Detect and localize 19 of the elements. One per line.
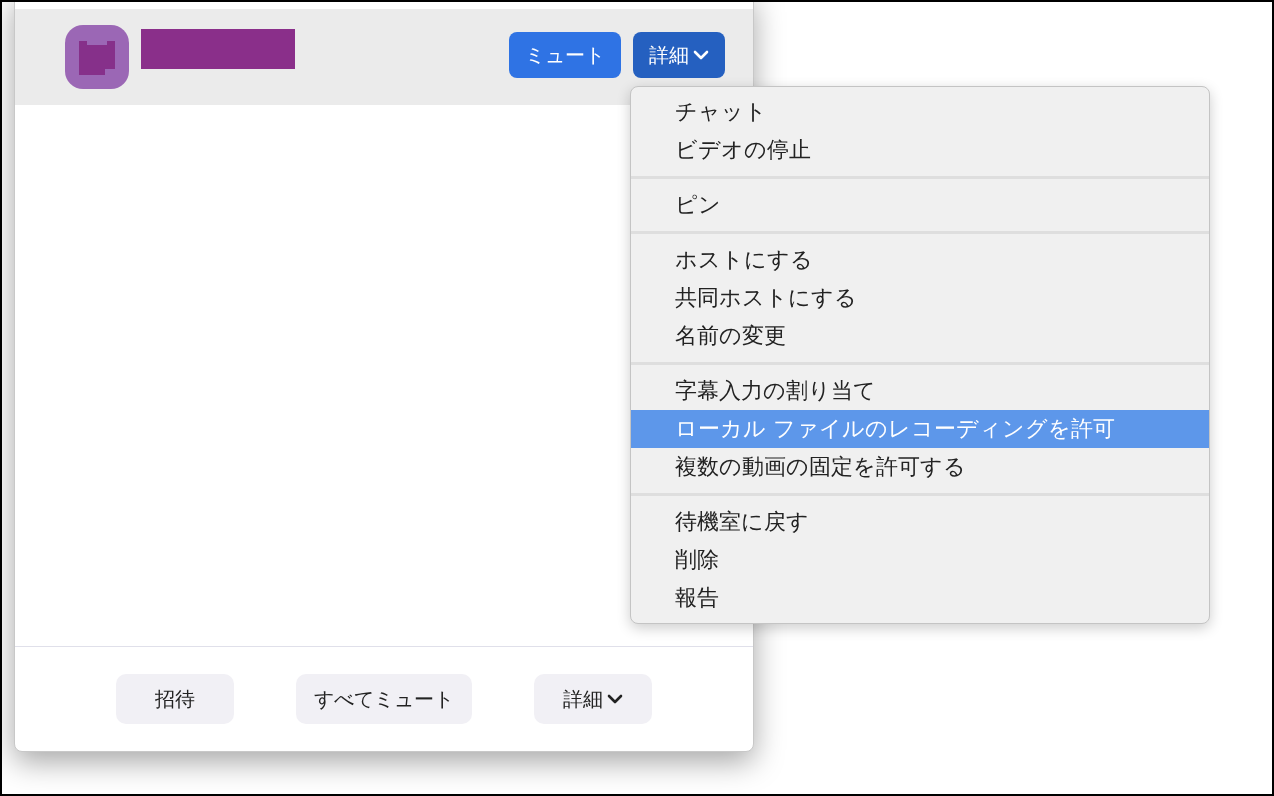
menu-item[interactable]: 共同ホストにする (631, 279, 1209, 317)
menu-item[interactable]: チャット (631, 93, 1209, 131)
mute-button[interactable]: ミュート (509, 32, 621, 78)
avatar-icon (65, 25, 129, 89)
menu-item[interactable]: 字幕入力の割り当て (631, 372, 1209, 410)
menu-item[interactable]: ピン (631, 186, 1209, 224)
more-button[interactable]: 詳細 (633, 32, 725, 78)
footer-button[interactable]: すべてミュート (296, 674, 472, 724)
caret-icon (607, 693, 623, 705)
caret-icon (693, 49, 709, 61)
menu-item[interactable]: 削除 (631, 541, 1209, 579)
menu-item[interactable]: 待機室に戻す (631, 503, 1209, 541)
menu-item[interactable]: 報告 (631, 579, 1209, 617)
menu-item[interactable]: 複数の動画の固定を許可する (631, 448, 1209, 486)
menu-item[interactable]: 名前の変更 (631, 317, 1209, 355)
menu-item[interactable]: ビデオの停止 (631, 131, 1209, 169)
more-button[interactable]: 詳細 (534, 674, 652, 724)
footer-button[interactable]: 招待 (116, 674, 234, 724)
menu-item[interactable]: ホストにする (631, 241, 1209, 279)
